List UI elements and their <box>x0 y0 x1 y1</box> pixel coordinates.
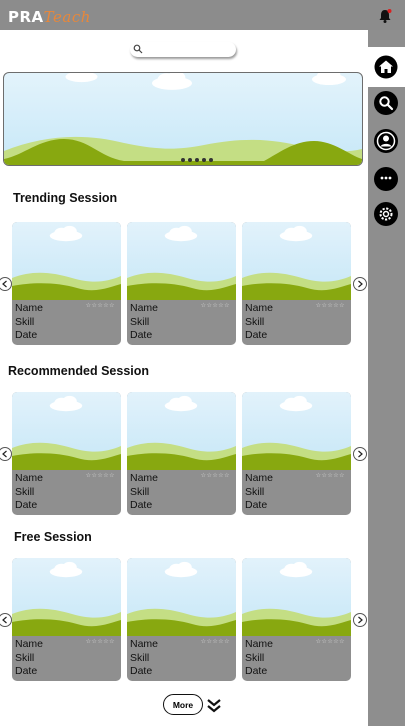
session-info: Name Skill Date <box>15 638 43 679</box>
rating-stars: ☆☆☆☆☆ <box>200 303 230 309</box>
rating-stars: ☆☆☆☆☆ <box>85 303 115 309</box>
search-icon <box>133 44 143 54</box>
session-name: Name <box>245 638 274 650</box>
notification-dot-icon <box>387 9 392 13</box>
session-info: Name Skill Date <box>130 302 158 343</box>
rating-stars: ☆☆☆☆☆ <box>85 639 115 645</box>
session-card[interactable]: ☆☆☆☆☆ Name Skill Date <box>242 558 351 681</box>
rating-stars: ☆☆☆☆☆ <box>315 303 345 309</box>
session-card[interactable]: ☆☆☆☆☆ Name Skill Date <box>12 558 121 681</box>
rating-stars: ☆☆☆☆☆ <box>200 639 230 645</box>
session-card[interactable]: ☆☆☆☆☆ Name Skill Date <box>12 392 121 515</box>
session-name: Name <box>15 638 44 650</box>
session-skill: Skill <box>245 651 265 664</box>
session-thumbnail <box>242 558 351 636</box>
carousel-right-arrow-icon[interactable] <box>353 277 367 291</box>
session-info: Name Skill Date <box>15 472 43 513</box>
session-date: Date <box>130 329 153 341</box>
rating-stars: ☆☆☆☆☆ <box>200 473 230 479</box>
search-bar[interactable] <box>130 42 236 57</box>
chat-icon[interactable] <box>374 167 398 191</box>
session-skill: Skill <box>245 315 265 328</box>
profile-icon[interactable] <box>374 129 398 153</box>
session-thumbnail <box>127 392 236 470</box>
rating-stars: ☆☆☆☆☆ <box>315 639 345 645</box>
gear-icon[interactable] <box>374 202 398 226</box>
session-name: Name <box>245 302 274 314</box>
bell-icon[interactable] <box>377 8 393 24</box>
carousel-right-arrow-icon[interactable] <box>353 447 367 461</box>
carousel-right-arrow-icon[interactable] <box>353 613 367 627</box>
carousel-dot[interactable] <box>188 158 192 162</box>
carousel-left-arrow-icon[interactable] <box>0 613 12 627</box>
hero-banner[interactable] <box>3 72 363 166</box>
session-thumbnail <box>242 222 351 300</box>
session-skill: Skill <box>130 651 150 664</box>
session-name: Name <box>130 472 159 484</box>
session-info: Name Skill Date <box>245 302 273 343</box>
session-thumbnail <box>242 392 351 470</box>
section-title-trending: Trending Session <box>13 191 118 205</box>
session-thumbnail <box>12 558 121 636</box>
session-date: Date <box>15 499 38 511</box>
session-info: Name Skill Date <box>15 302 43 343</box>
session-date: Date <box>245 499 268 511</box>
session-date: Date <box>245 665 268 677</box>
carousel-left-arrow-icon[interactable] <box>0 277 12 291</box>
sidebar-search-icon[interactable] <box>374 91 398 115</box>
session-name: Name <box>15 472 44 484</box>
session-name: Name <box>130 638 159 650</box>
session-thumbnail <box>127 558 236 636</box>
session-card[interactable]: ☆☆☆☆☆ Name Skill Date <box>12 222 121 345</box>
session-skill: Skill <box>130 485 150 498</box>
session-skill: Skill <box>15 485 35 498</box>
session-name: Name <box>15 302 44 314</box>
session-date: Date <box>15 665 38 677</box>
session-skill: Skill <box>15 651 35 664</box>
carousel-dot[interactable] <box>209 158 213 162</box>
session-skill: Skill <box>15 315 35 328</box>
carousel-dot[interactable] <box>202 158 206 162</box>
session-info: Name Skill Date <box>130 638 158 679</box>
section-title-free: Free Session <box>14 530 92 544</box>
carousel-dot[interactable] <box>195 158 199 162</box>
carousel-left-arrow-icon[interactable] <box>0 447 12 461</box>
section-title-recommended: Recommended Session <box>8 364 150 378</box>
session-thumbnail <box>127 222 236 300</box>
session-skill: Skill <box>245 485 265 498</box>
carousel-dots[interactable] <box>181 158 213 162</box>
session-thumbnail <box>12 392 121 470</box>
session-card[interactable]: ☆☆☆☆☆ Name Skill Date <box>127 558 236 681</box>
session-info: Name Skill Date <box>245 472 273 513</box>
session-card[interactable]: ☆☆☆☆☆ Name Skill Date <box>127 392 236 515</box>
rating-stars: ☆☆☆☆☆ <box>315 473 345 479</box>
session-date: Date <box>130 499 153 511</box>
session-date: Date <box>130 665 153 677</box>
session-date: Date <box>15 329 38 341</box>
session-card[interactable]: ☆☆☆☆☆ Name Skill Date <box>242 222 351 345</box>
session-info: Name Skill Date <box>130 472 158 513</box>
session-info: Name Skill Date <box>245 638 273 679</box>
app-logo[interactable]: PRATeach <box>8 8 91 26</box>
carousel-dot[interactable] <box>181 158 185 162</box>
session-thumbnail <box>12 222 121 300</box>
search-input[interactable] <box>146 42 232 57</box>
session-skill: Skill <box>130 315 150 328</box>
chevron-double-down-icon[interactable] <box>205 697 223 715</box>
more-button[interactable]: More <box>163 694 203 715</box>
session-name: Name <box>245 472 274 484</box>
session-name: Name <box>130 302 159 314</box>
session-card[interactable]: ☆☆☆☆☆ Name Skill Date <box>242 392 351 515</box>
rating-stars: ☆☆☆☆☆ <box>85 473 115 479</box>
session-card[interactable]: ☆☆☆☆☆ Name Skill Date <box>127 222 236 345</box>
session-date: Date <box>245 329 268 341</box>
home-icon[interactable] <box>374 55 398 79</box>
